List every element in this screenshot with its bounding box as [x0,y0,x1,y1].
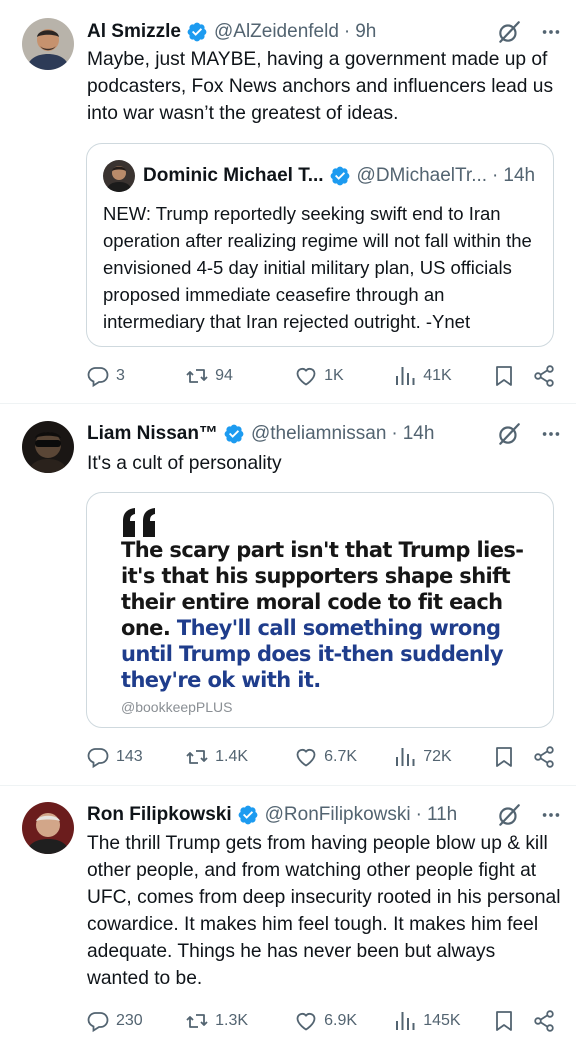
separator-dot: · [415,804,422,825]
tweet-text: Maybe, just MAYBE, having a government m… [87,49,554,124]
quotation-mark-icon [123,508,155,537]
reply-button[interactable]: 230 [86,1009,185,1033]
repost-button[interactable]: 1.3K [185,1009,294,1033]
views-button[interactable]: 41K [393,364,492,388]
views-button[interactable]: 145K [393,1009,492,1033]
bookmark-icon [492,745,516,769]
action-bar: 143 1.4K 6.7K 72K [86,742,556,772]
verified-badge-icon [223,423,245,445]
like-button[interactable]: 6.7K [294,745,393,769]
tweet-header: Ron Filipkowski @RonFilipkowski · 11h [87,801,562,829]
tweet-al-smizzle[interactable]: Al Smizzle @AlZeidenfeld · 9h Maybe, jus… [0,0,576,402]
image-card[interactable]: The scary part isn't that Trump lies-it'… [86,492,554,728]
card-credit: @bookkeepPLUS [121,699,233,715]
repost-count: 1.4K [215,748,249,765]
display-name[interactable]: Liam Nissan™ [87,423,218,445]
more-icon[interactable] [540,423,562,445]
repost-icon [185,1009,209,1033]
reply-icon [86,745,110,769]
timestamp[interactable]: 14h [403,423,435,445]
quoted-handle: @DMichaelTr... [356,165,488,186]
quoted-display-name: Dominic Michael T... [143,165,324,186]
handle[interactable]: @theliamnissan [251,423,386,445]
tweet-text: It's a cult of personality [87,453,282,474]
avatar[interactable] [22,802,74,854]
more-icon[interactable] [540,21,562,43]
view-count: 72K [423,748,452,765]
views-button[interactable]: 72K [393,745,492,769]
repost-button[interactable]: 94 [185,364,294,388]
views-icon [393,745,417,769]
separator-dot: · [391,423,398,444]
tweet-header: Al Smizzle @AlZeidenfeld · 9h [87,18,562,46]
bookmark-button[interactable] [492,364,532,388]
quoted-tweet-text: NEW: Trump reportedly seeking swift end … [103,203,532,332]
bookmark-icon [492,364,516,388]
reply-count: 143 [116,748,143,765]
bookmark-button[interactable] [492,1009,532,1033]
avatar[interactable] [22,421,74,473]
like-count: 6.9K [324,1012,358,1029]
card-quote-blue: They'll call something wrong until Trump… [121,616,504,692]
separator-dot: · [343,21,351,42]
reply-icon [86,364,110,388]
tweet-ron-filipkowski[interactable]: Ron Filipkowski @RonFilipkowski · 11h Th… [0,786,576,1049]
tweet-liam-nissan[interactable]: Liam Nissan™ @theliamnissan · 14h It's a… [0,404,576,784]
verified-badge-icon [237,804,259,826]
action-bar: 230 1.3K 6.9K 145K [86,1006,556,1036]
repost-count: 1.3K [215,1012,249,1029]
handle[interactable]: @RonFilipkowski [265,804,411,826]
reply-button[interactable]: 3 [86,364,185,388]
grok-icon[interactable] [496,421,522,447]
reply-count: 230 [116,1012,143,1029]
share-button[interactable] [532,1009,556,1033]
like-button[interactable]: 6.9K [294,1009,393,1033]
like-icon [294,745,318,769]
share-button[interactable] [532,364,556,388]
repost-button[interactable]: 1.4K [185,745,294,769]
quoted-tweet-header: Dominic Michael T... @DMichaelTr... · 14… [103,160,539,192]
separator-dot: · [492,165,499,186]
verified-badge-icon [329,165,351,187]
more-icon[interactable] [540,804,562,826]
verified-badge-icon [186,21,208,43]
share-icon [532,364,556,388]
share-button[interactable] [532,745,556,769]
repost-icon [185,745,209,769]
share-icon [532,745,556,769]
reply-button[interactable]: 143 [86,745,185,769]
display-name[interactable]: Ron Filipkowski [87,804,232,826]
handle[interactable]: @AlZeidenfeld [214,21,339,43]
bookmark-icon [492,1009,516,1033]
reply-count: 3 [116,367,125,384]
like-count: 6.7K [324,748,358,765]
quoted-avatar [103,160,135,192]
view-count: 145K [423,1012,461,1029]
tweet-text: The thrill Trump gets from having people… [87,833,561,989]
display-name[interactable]: Al Smizzle [87,21,181,43]
action-bar: 3 94 1K 41K [86,361,556,391]
timestamp[interactable]: 11h [427,804,457,826]
views-icon [393,364,417,388]
like-button[interactable]: 1K [294,364,393,388]
reply-icon [86,1009,110,1033]
card-quote-text: The scary part isn't that Trump lies-it'… [121,537,541,693]
like-count: 1K [324,367,344,384]
repost-count: 94 [215,367,233,384]
view-count: 41K [423,367,452,384]
grok-icon[interactable] [496,19,522,45]
bookmark-button[interactable] [492,745,532,769]
tweet-header: Liam Nissan™ @theliamnissan · 14h [87,420,562,448]
grok-icon[interactable] [496,802,522,828]
share-icon [532,1009,556,1033]
avatar[interactable] [22,18,74,70]
quoted-timestamp: 14h [503,165,536,186]
views-icon [393,1009,417,1033]
like-icon [294,1009,318,1033]
quoted-tweet[interactable]: Dominic Michael T... @DMichaelTr... · 14… [86,143,554,347]
repost-icon [185,364,209,388]
like-icon [294,364,318,388]
timestamp[interactable]: 9h [355,21,376,43]
